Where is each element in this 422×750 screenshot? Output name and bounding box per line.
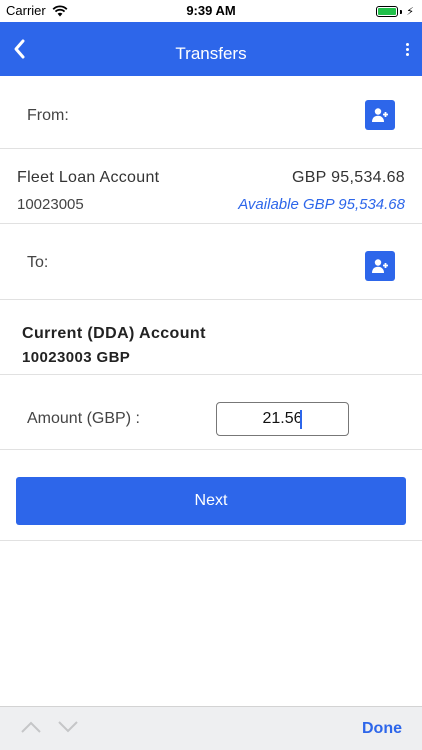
more-dot-icon: [405, 42, 409, 46]
back-button[interactable]: [8, 35, 36, 63]
to-account-number: 10023003 GBP: [22, 349, 131, 366]
add-contact-icon: [372, 259, 388, 273]
status-time: 9:39 AM: [186, 3, 236, 18]
amount-label: Amount (GBP) :: [27, 410, 140, 427]
from-label: From:: [27, 107, 69, 124]
charging-bolt-icon: ⚡: [406, 6, 414, 18]
to-label: To:: [27, 254, 49, 271]
divider: [0, 540, 422, 541]
amount-row: Amount (GBP) :: [0, 375, 422, 450]
to-contact-button[interactable]: [365, 251, 395, 281]
done-button[interactable]: Done: [362, 720, 402, 738]
keyboard-toolbar: Done: [0, 706, 422, 750]
from-account-row[interactable]: Fleet Loan Account GBP 95,534.68 1002300…: [0, 149, 422, 224]
status-bar: Carrier 9:39 AM ⚡: [0, 0, 422, 22]
add-contact-icon: [372, 108, 388, 122]
text-caret: [300, 410, 302, 429]
from-account-number: 10023005: [17, 196, 84, 213]
from-row: From:: [0, 76, 422, 149]
next-button[interactable]: Next: [16, 477, 406, 525]
from-available-balance: Available GBP 95,534.68: [238, 196, 405, 213]
to-account-row[interactable]: Current (DDA) Account 10023003 GBP: [0, 300, 422, 375]
chevron-down-icon[interactable]: [57, 719, 79, 735]
more-dot-icon: [405, 47, 409, 51]
from-contact-button[interactable]: [365, 100, 395, 130]
to-account-name: Current (DDA) Account: [22, 325, 206, 342]
chevron-left-icon: [14, 39, 25, 59]
chevron-up-icon[interactable]: [20, 719, 42, 735]
to-row: To:: [0, 224, 422, 300]
nav-bar: Transfers: [0, 22, 422, 76]
more-options-button[interactable]: [402, 39, 412, 59]
from-account-balance: GBP 95,534.68: [291, 169, 405, 186]
page-title: Transfers: [175, 44, 247, 63]
from-account-name: Fleet Loan Account: [17, 169, 160, 186]
battery-icon: ⚡: [376, 5, 414, 18]
amount-input[interactable]: [216, 402, 349, 436]
more-dot-icon: [405, 52, 409, 56]
